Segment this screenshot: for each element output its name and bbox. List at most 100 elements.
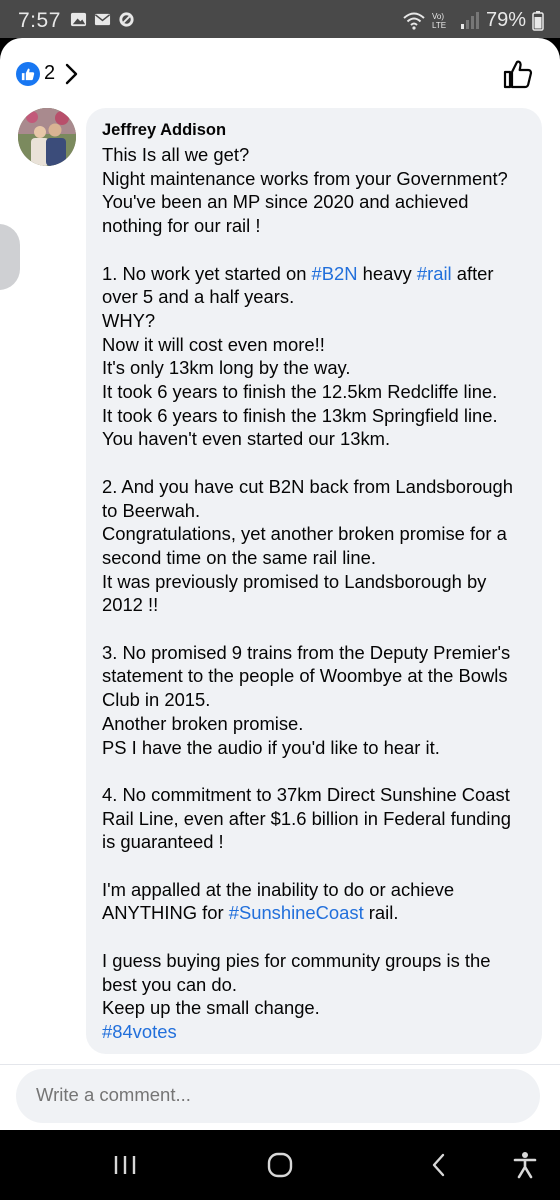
comment-text-segment: This Is all we get? bbox=[102, 144, 250, 165]
chevron-right-icon[interactable] bbox=[64, 62, 80, 86]
status-bar: 7:57 Vo) LTE 79% bbox=[0, 0, 560, 38]
comment-text-segment: You've been an MP since 2020 and achieve… bbox=[102, 191, 469, 213]
avatar[interactable] bbox=[18, 108, 76, 166]
comment-line: 2. And you have cut B2N back from Landsb… bbox=[102, 475, 526, 499]
comment-text-segment: after bbox=[451, 262, 494, 284]
status-right: Vo) LTE 79% bbox=[402, 9, 544, 32]
comment-line: to Beerwah. bbox=[102, 499, 526, 523]
comment-text-segment: 2012 !! bbox=[102, 594, 159, 616]
back-icon[interactable] bbox=[424, 1150, 454, 1180]
hashtag-link[interactable]: #SunshineCoast bbox=[229, 902, 364, 923]
comment-input[interactable] bbox=[36, 1084, 279, 1106]
battery-icon bbox=[532, 10, 544, 31]
comment-line: statement to the people of Woombye at th… bbox=[102, 664, 526, 688]
comment-line: Another broken promise. bbox=[102, 712, 526, 736]
comment-text-segment: You haven't even started our 13km. bbox=[102, 428, 391, 450]
comment-line: I guess buying pies for community groups… bbox=[102, 949, 526, 973]
hashtag-link[interactable]: #rail bbox=[417, 263, 452, 284]
comment-text-segment: I guess buying pies for community groups… bbox=[102, 949, 491, 971]
comment-line: 4. No commitment to 37km Direct Sunshine… bbox=[102, 783, 526, 807]
comment-text-segment: Congratulations, yet another broken prom… bbox=[102, 523, 507, 545]
comment-line: It took 6 years to finish the 13km Sprin… bbox=[102, 404, 526, 428]
comment-line: second time on the same rail line. bbox=[102, 546, 526, 570]
comment-text-segment: statement to the people of Woombye at th… bbox=[102, 665, 508, 687]
system-nav-bar bbox=[0, 1130, 560, 1200]
comment-line: is guaranteed ! bbox=[102, 830, 526, 854]
comment-line: 1. No work yet started on #B2N heavy #ra… bbox=[102, 262, 526, 286]
home-icon[interactable] bbox=[265, 1150, 295, 1180]
comment-text-segment: Club in 2015. bbox=[102, 689, 211, 711]
wifi-icon bbox=[403, 12, 425, 30]
comment-line: ANYTHING for #SunshineCoast rail. bbox=[102, 901, 526, 925]
comment-text-segment: 3. No promised 9 trains from the Deputy … bbox=[102, 641, 511, 663]
comment-line: It took 6 years to finish the 12.5km Red… bbox=[102, 380, 526, 404]
comment-line: Night maintenance works from your Govern… bbox=[102, 167, 526, 191]
comment-line: #84votes bbox=[102, 1020, 526, 1044]
scroll-handle[interactable] bbox=[0, 224, 20, 290]
comment-line: Keep up the small change. bbox=[102, 996, 526, 1020]
comment-text-segment: best you can do. bbox=[102, 973, 237, 995]
comment-line: Club in 2015. bbox=[102, 688, 526, 712]
hashtag-link[interactable]: #B2N bbox=[312, 263, 358, 284]
comment-text-segment: Night maintenance works from your Govern… bbox=[102, 167, 508, 189]
comment-text-segment: It took 6 years to finish the 13km Sprin… bbox=[102, 404, 498, 426]
comment-line: over 5 and a half years. bbox=[102, 285, 526, 309]
volte-icon: Vo) LTE bbox=[431, 11, 447, 30]
comment-line: This Is all we get? bbox=[102, 143, 526, 167]
battery-percent: 79% bbox=[485, 9, 526, 31]
comment-text-segment: nothing for our rail ! bbox=[102, 215, 261, 237]
comment-text-segment: to Beerwah. bbox=[102, 499, 201, 521]
comment-line: It was previously promised to Landsborou… bbox=[102, 570, 526, 594]
comment-text-segment: heavy bbox=[357, 262, 417, 284]
comment-text-segment: 4. No commitment to 37km Direct Sunshine… bbox=[102, 783, 510, 805]
status-time: 7:57 bbox=[18, 9, 61, 32]
comment-line: You've been an MP since 2020 and achieve… bbox=[102, 190, 526, 214]
comment-text-segment: It took 6 years to finish the 12.5km Red… bbox=[102, 381, 498, 403]
comment-text-segment: I'm appalled at the inability to do or a… bbox=[102, 878, 455, 900]
comment-text-segment: is guaranteed ! bbox=[102, 831, 224, 853]
comment-composer[interactable] bbox=[16, 1069, 540, 1123]
like-reaction-icon[interactable] bbox=[16, 62, 40, 86]
comment-author[interactable]: Jeffrey Addison bbox=[102, 120, 526, 140]
comment-line: You haven't even started our 13km. bbox=[102, 427, 526, 451]
reactions-header: 2 bbox=[0, 38, 560, 110]
comment-text-segment: PS I have the audio if you'd like to hea… bbox=[102, 736, 440, 758]
comment-text-segment: rail. bbox=[363, 902, 399, 924]
comment-text-segment: over 5 and a half years. bbox=[102, 286, 295, 308]
comment-line: It's only 13km long by the way. bbox=[102, 356, 526, 380]
comment-text-segment: Keep up the small change. bbox=[102, 997, 320, 1019]
hashtag-link[interactable]: #84votes bbox=[102, 1021, 177, 1042]
signal-icon bbox=[460, 11, 479, 29]
comment-line: 2012 !! bbox=[102, 593, 526, 617]
comment-line: nothing for our rail ! bbox=[102, 214, 526, 238]
comment-line: Congratulations, yet another broken prom… bbox=[102, 522, 526, 546]
comment-text-segment: Rail Line, even after $1.6 billion in Fe… bbox=[102, 807, 511, 829]
comment-line: Now it will cost even more!! bbox=[102, 333, 526, 357]
recent-apps-icon[interactable] bbox=[110, 1150, 140, 1180]
divider bbox=[0, 1064, 560, 1065]
comment-text-segment: It's only 13km long by the way. bbox=[102, 357, 351, 379]
comment-text-segment: Another broken promise. bbox=[102, 712, 304, 734]
comment-line: I'm appalled at the inability to do or a… bbox=[102, 878, 526, 902]
mail-icon bbox=[94, 13, 111, 26]
notification-icons bbox=[70, 11, 135, 28]
comments-sheet: 2 Jeffrey Addison This Is all we get? Nig… bbox=[0, 38, 560, 1130]
block-icon bbox=[119, 12, 134, 27]
comment-text-segment: ANYTHING for bbox=[102, 902, 229, 924]
like-count[interactable]: 2 bbox=[44, 62, 55, 85]
comment-text-segment: It was previously promised to Landsborou… bbox=[102, 570, 487, 592]
comment-line: PS I have the audio if you'd like to hea… bbox=[102, 736, 526, 760]
comment-line: WHY? bbox=[102, 309, 526, 333]
comment-line: best you can do. bbox=[102, 973, 526, 997]
comment-text-segment: WHY? bbox=[102, 309, 156, 331]
like-button-icon[interactable] bbox=[502, 58, 534, 90]
comment-text-segment: 2. And you have cut B2N back from Landsb… bbox=[102, 475, 513, 497]
accessibility-icon[interactable] bbox=[510, 1150, 540, 1180]
gallery-icon bbox=[70, 12, 87, 27]
comment-text-segment: Now it will cost even more!! bbox=[102, 333, 325, 355]
